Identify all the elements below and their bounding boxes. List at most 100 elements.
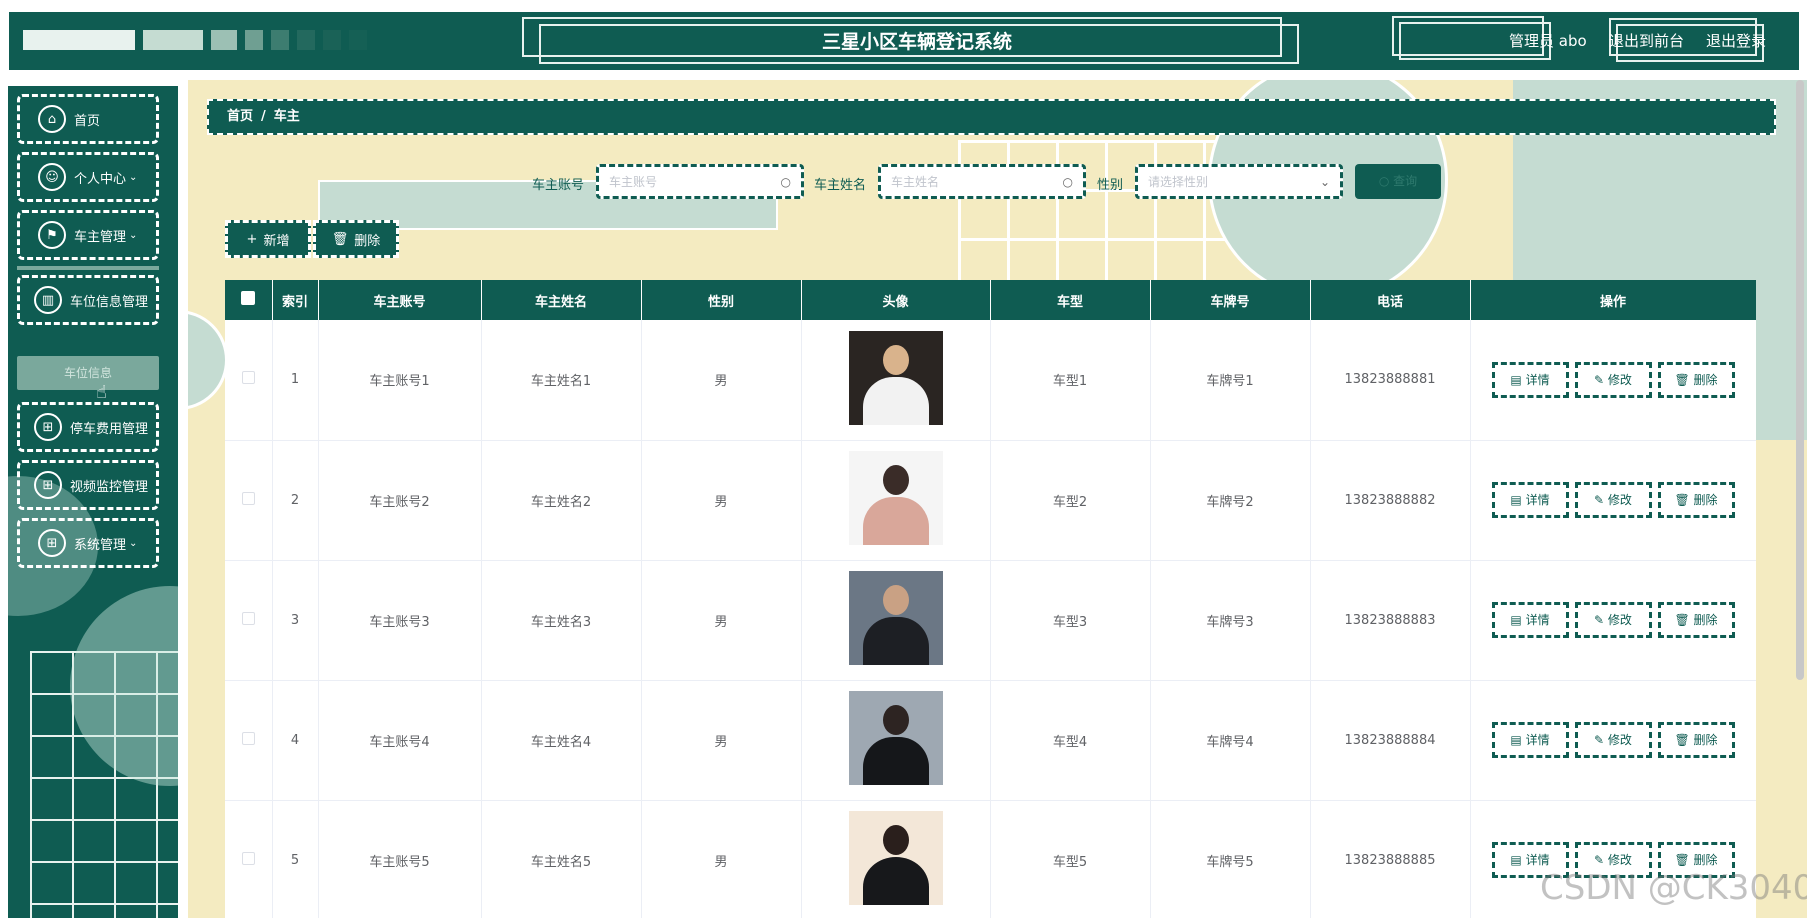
detail-button[interactable]: ▤ 详情 [1491, 722, 1569, 758]
cell-plate: 车牌号4 [1150, 680, 1311, 801]
delete-button[interactable]: 🗑 删除 [1657, 361, 1735, 398]
detail-button[interactable]: ▤ 详情 [1491, 361, 1569, 398]
sidebar-item-video-monitor[interactable]: ⊞ 视频监控管理 [17, 460, 159, 510]
query-button[interactable]: ○ 查询 [1355, 164, 1441, 199]
cell-phone: 13823888882 [1310, 440, 1471, 561]
cell-index: 1 [272, 320, 319, 441]
sidebar-item-parking-fee[interactable]: ⊞ 停车费用管理 [17, 402, 159, 452]
cell-account: 车主账号3 [318, 560, 482, 681]
row-checkbox[interactable] [241, 851, 255, 865]
row-checkbox[interactable] [241, 611, 255, 625]
page-scrollbar[interactable] [1796, 80, 1804, 680]
chevron-down-icon: ⌄ [1319, 174, 1330, 189]
trash-icon: 🗑 [1674, 733, 1694, 747]
column-header-model: 车型 [990, 280, 1151, 320]
delete-label: 删除 [1693, 493, 1718, 507]
breadcrumb-separator: / [261, 109, 266, 124]
row-checkbox[interactable] [241, 731, 255, 745]
cell-plate: 车牌号3 [1150, 560, 1311, 681]
edit-button[interactable]: ✎ 修改 [1574, 361, 1652, 398]
table-row: 2 车主账号2 车主姓名2 男 车型2 车牌号2 13823888882 ▤ 详… [225, 440, 1756, 561]
table-row: 1 车主账号1 车主姓名1 男 车型1 车牌号1 13823888881 ▤ 详… [225, 320, 1756, 441]
user-icon: ☺ [38, 163, 66, 191]
column-header-phone: 电话 [1310, 280, 1471, 320]
cell-model: 车型2 [990, 440, 1151, 561]
edit-label: 修改 [1607, 853, 1632, 867]
sidebar: ⌂ 首页 ☺ 个人中心 ⌄ ⚑ 车主管理 ⌄ ▥ 车位信息管理 车位信息 ☝ ⊞… [8, 86, 178, 918]
gender-select[interactable]: 请选择性别 ⌄ [1135, 164, 1343, 199]
detail-button[interactable]: ▤ 详情 [1491, 602, 1569, 638]
sidebar-item-parking-space[interactable]: ▥ 车位信息管理 [17, 275, 159, 325]
sidebar-item-label: 系统管理 [74, 537, 127, 553]
page-title: 三星小区车辆登记系统 [821, 31, 1012, 53]
column-header-index: 索引 [272, 280, 319, 320]
grid-icon: ⊞ [34, 413, 62, 441]
sidebar-item-profile[interactable]: ☺ 个人中心 ⌄ [17, 152, 159, 202]
row-checkbox[interactable] [241, 371, 255, 385]
detail-label: 详情 [1525, 493, 1550, 507]
cell-phone: 13823888881 [1310, 320, 1471, 441]
delete-label: 删除 [1693, 733, 1718, 747]
avatar [848, 811, 943, 905]
trash-icon: 🗑 [1674, 493, 1694, 507]
breadcrumb: 首页 / 车主 [207, 99, 1776, 135]
select-all-checkbox[interactable] [241, 291, 256, 305]
frontend-link[interactable]: 退出到前台 [1609, 30, 1684, 51]
document-icon: ▤ [1510, 372, 1526, 387]
watermark: CSDN @CK3040 [1540, 868, 1807, 908]
column-header-name: 车主姓名 [481, 280, 642, 320]
detail-label: 详情 [1525, 372, 1550, 387]
cell-name: 车主姓名1 [481, 320, 642, 441]
edit-label: 修改 [1607, 493, 1632, 507]
breadcrumb-home[interactable]: 首页 [227, 109, 253, 124]
sidebar-item-home[interactable]: ⌂ 首页 [17, 94, 159, 144]
select-all-header[interactable] [225, 280, 273, 320]
column-header-plate: 车牌号 [1150, 280, 1311, 320]
pencil-icon: ✎ [1594, 853, 1608, 867]
document-icon: ▤ [1510, 613, 1526, 627]
owner-name-input[interactable]: 车主姓名 ○ [878, 164, 1086, 199]
cell-model: 车型3 [990, 560, 1151, 681]
detail-label: 详情 [1525, 733, 1550, 747]
avatar [848, 571, 943, 665]
row-checkbox[interactable] [241, 491, 255, 505]
sidebar-item-label: 视频监控管理 [70, 479, 149, 495]
owner-account-placeholder: 车主账号 [609, 175, 658, 189]
cell-index: 4 [272, 680, 319, 801]
cell-phone: 13823888885 [1310, 800, 1471, 918]
delete-button[interactable]: 🗑 删除 [1657, 602, 1735, 638]
edit-button[interactable]: ✎ 修改 [1574, 482, 1652, 518]
cell-plate: 车牌号1 [1150, 320, 1311, 441]
sidebar-item-system[interactable]: ⊞ 系统管理 ⌄ [17, 518, 159, 568]
pencil-icon: ✎ [1594, 613, 1608, 627]
delete-label: 删除 [1693, 372, 1718, 387]
cell-index: 2 [272, 440, 319, 561]
top-bar: 三星小区车辆登记系统 管理员 abo 退出到前台 退出登录 [9, 12, 1799, 70]
chevron-down-icon: ⌄ [129, 229, 138, 241]
cell-account: 车主账号5 [318, 800, 482, 918]
cell-account: 车主账号4 [318, 680, 482, 801]
cell-gender: 男 [641, 440, 802, 561]
trash-icon: 🗑 [1674, 853, 1694, 867]
cell-name: 车主姓名4 [481, 680, 642, 801]
edit-button[interactable]: ✎ 修改 [1574, 722, 1652, 758]
batch-delete-button[interactable]: 🗑 删除 [313, 220, 399, 258]
mouse-cursor-icon: ☝ [96, 382, 107, 403]
detail-button[interactable]: ▤ 详情 [1491, 482, 1569, 518]
avatar [848, 451, 943, 545]
owner-account-input[interactable]: 车主账号 ○ [596, 164, 804, 199]
table-row: 4 车主账号4 车主姓名4 男 车型4 车牌号4 13823888884 ▤ 详… [225, 680, 1756, 801]
cell-plate: 车牌号5 [1150, 800, 1311, 918]
cell-phone: 13823888884 [1310, 680, 1471, 801]
sidebar-item-owner-management[interactable]: ⚑ 车主管理 ⌄ [17, 210, 159, 260]
add-button[interactable]: + 新增 [225, 220, 311, 258]
delete-button[interactable]: 🗑 删除 [1657, 482, 1735, 518]
logout-link[interactable]: 退出登录 [1706, 30, 1766, 51]
edit-button[interactable]: ✎ 修改 [1574, 602, 1652, 638]
cell-model: 车型1 [990, 320, 1151, 441]
cell-gender: 男 [641, 320, 802, 441]
owner-account-label: 车主账号 [532, 178, 585, 193]
delete-button[interactable]: 🗑 删除 [1657, 722, 1735, 758]
cell-account: 车主账号1 [318, 320, 482, 441]
sidebar-subitem-parking-info[interactable]: 车位信息 [17, 356, 159, 390]
